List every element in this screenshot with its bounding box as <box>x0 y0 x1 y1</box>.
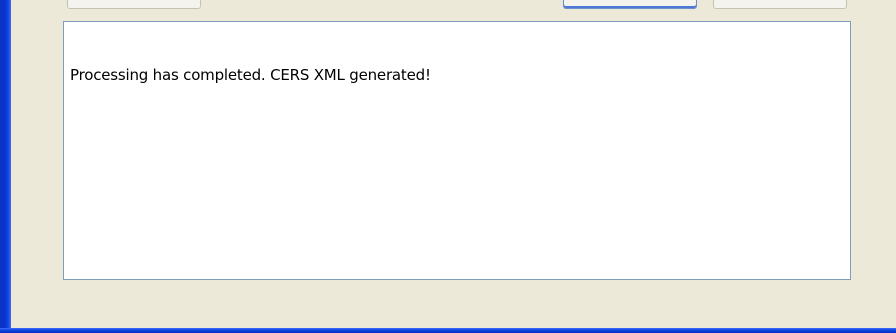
partial-button-right[interactable] <box>713 0 847 9</box>
window-frame-bottom <box>0 328 896 333</box>
dialog-window: Processing has completed. CERS XML gener… <box>0 0 896 333</box>
window-frame-left <box>0 0 11 333</box>
partial-button-left[interactable] <box>67 0 201 9</box>
partial-button-default[interactable] <box>563 0 697 9</box>
status-message-text: Processing has completed. CERS XML gener… <box>70 66 431 84</box>
status-message-box[interactable]: Processing has completed. CERS XML gener… <box>63 21 851 280</box>
